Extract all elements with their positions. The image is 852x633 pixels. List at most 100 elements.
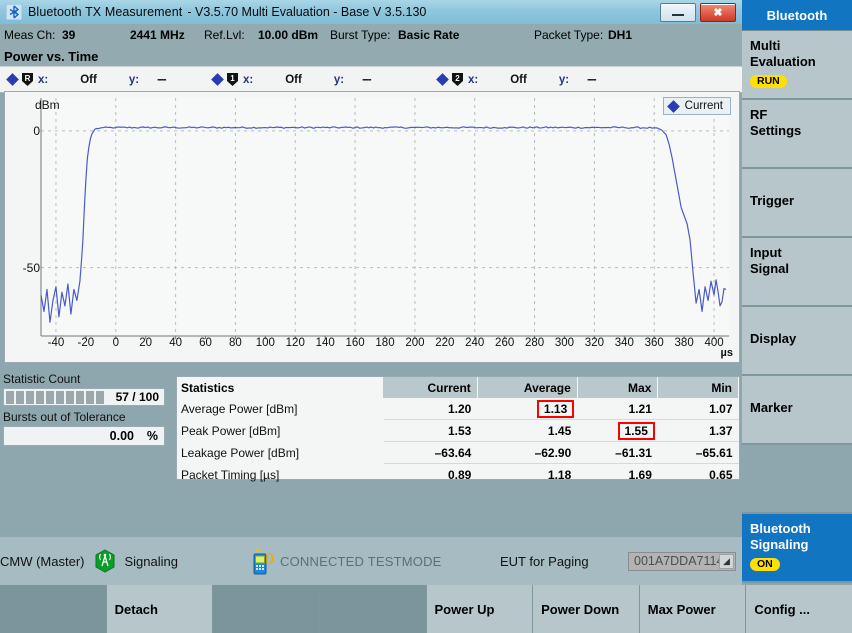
tolerance-label: Bursts out of Tolerance bbox=[3, 410, 126, 424]
power-vs-time-chart[interactable]: dBm Current µs bbox=[4, 91, 740, 363]
window-titlebar: Bluetooth TX Measurement - V3.5.70 Multi… bbox=[0, 0, 742, 25]
col-header-average: Average bbox=[477, 377, 578, 398]
chart-y-tick-labels: 0 -50 bbox=[4, 91, 44, 341]
softkey-label: Detach bbox=[114, 601, 158, 617]
right-sidebar: Bluetooth Multi Evaluation RUN RF Settings Tr… bbox=[742, 0, 852, 633]
progress-block bbox=[26, 390, 34, 404]
device-label: CMW (Master) bbox=[0, 553, 85, 569]
progress-block bbox=[46, 390, 54, 404]
marker-diamond-icon bbox=[6, 73, 19, 86]
marker-diamond-icon bbox=[211, 73, 224, 86]
sidebar-item-label: Marker bbox=[750, 400, 793, 415]
x-tick-label: 140 bbox=[315, 337, 335, 349]
col-header-max: Max bbox=[577, 377, 659, 398]
y-tick-label: 0 bbox=[33, 123, 40, 138]
sidebar-item-rf-settings[interactable]: RF Settings bbox=[742, 100, 852, 169]
sidebar-item-empty bbox=[742, 445, 852, 514]
softkey-max-power[interactable]: Max Power bbox=[639, 585, 747, 633]
x-tick-label: 100 bbox=[255, 337, 275, 349]
softkey-power-down[interactable]: Power Down bbox=[533, 585, 640, 633]
bluetooth-icon bbox=[5, 3, 23, 21]
edit-icon[interactable]: ◢ bbox=[719, 553, 734, 569]
minimize-button[interactable] bbox=[660, 2, 696, 22]
statistic-count-progress: 57 / 100 bbox=[3, 388, 165, 406]
legend-marker-icon bbox=[666, 99, 680, 113]
softkey-empty-3 bbox=[319, 585, 427, 633]
marker-x-value: Off bbox=[510, 73, 527, 86]
sidebar-item-label: Multi Evaluation bbox=[750, 38, 816, 70]
softkey-config[interactable]: Config ... bbox=[746, 585, 852, 633]
sidebar-item-input-signal[interactable]: Input Signal bbox=[742, 238, 852, 307]
statistics-table: Statistics Current Average Max Min Avera… bbox=[176, 376, 740, 485]
marker-badge-icon: 2 bbox=[452, 73, 463, 86]
chart-x-tick-labels: -40 -20 0 20 40 60 80 100 120 140 160 180 200 220 240 2… bbox=[4, 337, 740, 355]
sidebar-item-label: Display bbox=[750, 331, 797, 346]
table-row: Packet Timing [µs] 0.89 1.18 1.69 0.65 bbox=[177, 463, 739, 485]
close-button[interactable]: ✖ bbox=[700, 2, 736, 22]
sidebar-item-multi-evaluation[interactable]: Multi Evaluation RUN bbox=[742, 31, 852, 100]
cell-max: 1.69 bbox=[577, 463, 658, 485]
x-tick-label: 40 bbox=[169, 337, 182, 349]
statistic-count-panel: Statistic Count 57 / 100 Bursts out of T… bbox=[0, 372, 168, 472]
table-row: Average Power [dBm] 1.20 1.13 1.21 1.07 bbox=[177, 398, 739, 420]
cell-average: 1.18 bbox=[477, 463, 578, 485]
progress-block bbox=[66, 390, 74, 404]
marker-group-1[interactable]: 1 x: Off y: --- bbox=[211, 67, 372, 92]
meas-packettype-label: Packet Type: bbox=[534, 28, 604, 42]
progress-block bbox=[16, 390, 24, 404]
cell-max: 1.21 bbox=[628, 401, 652, 416]
x-tick-label: 220 bbox=[435, 337, 455, 349]
softkey-empty-2 bbox=[213, 585, 320, 633]
row-label: Leakage Power [dBm] bbox=[177, 441, 384, 464]
meas-packettype-value: DH1 bbox=[608, 28, 633, 42]
sidebar-item-trigger[interactable]: Trigger bbox=[742, 169, 852, 238]
marker-group-r[interactable]: R x: Off y: --- bbox=[6, 67, 167, 92]
cell-max: –61.31 bbox=[577, 441, 658, 464]
statistic-count-value: 57 / 100 bbox=[115, 390, 159, 404]
cell-current: 1.53 bbox=[383, 419, 478, 442]
meas-channel-value: 39 bbox=[62, 28, 76, 42]
chart-legend[interactable]: Current bbox=[662, 97, 731, 115]
x-tick-label: 380 bbox=[674, 337, 694, 349]
sidebar-item-bluetooth-signaling[interactable]: Bluetooth Signaling ON bbox=[742, 514, 852, 583]
progress-block bbox=[96, 390, 104, 404]
x-tick-label: 180 bbox=[375, 337, 395, 349]
connection-status: CONNECTED TESTMODE bbox=[248, 547, 442, 575]
cell-average: –62.90 bbox=[477, 441, 578, 464]
softkey-detach[interactable]: Detach bbox=[106, 585, 214, 633]
x-tick-label: 260 bbox=[495, 337, 515, 349]
tolerance-value: 0.00 bbox=[109, 429, 134, 443]
antenna-tower-icon bbox=[93, 549, 117, 573]
softkey-power-up[interactable]: Power Up bbox=[426, 585, 534, 633]
eut-address-input[interactable]: 001A7DDA7114 ◢ bbox=[628, 551, 736, 571]
cell-average: 1.13 bbox=[477, 398, 577, 420]
x-tick-label: 0 bbox=[112, 337, 119, 349]
sidebar-item-label: Bluetooth Signaling bbox=[750, 521, 811, 553]
cell-current: 0.89 bbox=[383, 463, 478, 485]
eut-address-field[interactable]: 001A7DDA7114 ◢ bbox=[628, 551, 736, 571]
progress-block bbox=[76, 390, 84, 404]
sidebar-item-marker[interactable]: Marker bbox=[742, 376, 852, 445]
connection-state: CONNECTED TESTMODE bbox=[280, 553, 442, 569]
marker-bar: R x: Off y: --- 1 x: Off y: --- 2 x: Off… bbox=[0, 66, 742, 93]
marker-y-label: y: bbox=[558, 73, 570, 86]
marker-badge-icon: 1 bbox=[227, 73, 238, 86]
softkey-label: Max Power bbox=[647, 601, 716, 617]
x-tick-label: 360 bbox=[644, 337, 664, 349]
sidebar-item-label: Input Signal bbox=[750, 245, 790, 277]
progress-block bbox=[36, 390, 44, 404]
marker-group-2[interactable]: 2 x: Off y: --- bbox=[436, 67, 597, 92]
cell-max: 1.55 bbox=[577, 419, 658, 442]
x-tick-label: 200 bbox=[405, 337, 425, 349]
cell-current: –63.64 bbox=[383, 441, 478, 464]
statistic-count-label: Statistic Count bbox=[3, 372, 81, 386]
device-status: CMW (Master) Signaling bbox=[0, 549, 178, 573]
cell-min: –65.61 bbox=[657, 441, 739, 464]
x-tick-label: 120 bbox=[285, 337, 305, 349]
status-badge: RUN bbox=[750, 74, 787, 89]
meas-reflvl-label: Ref.Lvl: bbox=[204, 28, 245, 42]
mobile-phone-icon bbox=[248, 547, 274, 575]
sidebar-item-display[interactable]: Display bbox=[742, 307, 852, 376]
cell-min: 1.07 bbox=[709, 401, 733, 416]
softkey-empty-0 bbox=[0, 585, 107, 633]
